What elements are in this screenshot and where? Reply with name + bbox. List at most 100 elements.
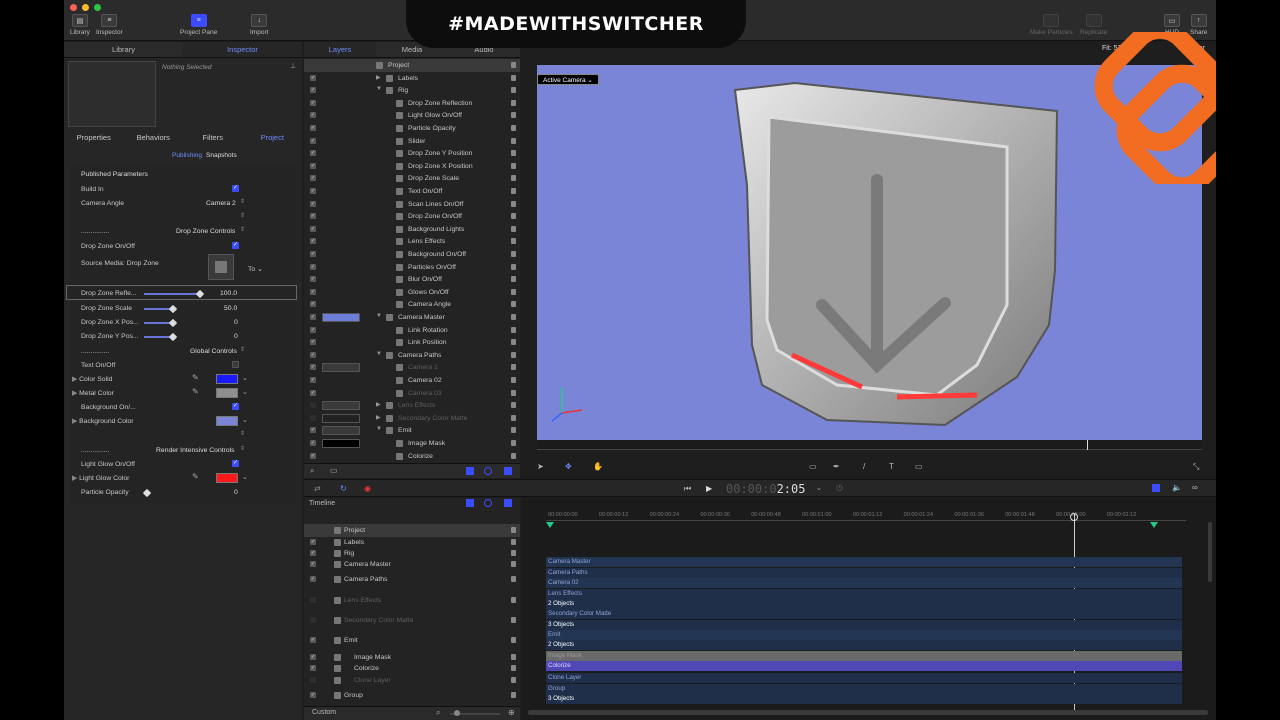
layer-row[interactable]: ✓ Link Rotation xyxy=(304,324,520,337)
timeline-layer-row[interactable]: Project xyxy=(304,524,520,537)
timeline-hscrollbar[interactable] xyxy=(528,710,1208,715)
layer-visibility-checkbox[interactable]: ✓ xyxy=(310,175,316,182)
out-point-marker[interactable] xyxy=(1150,522,1158,528)
layer-visibility-checkbox[interactable]: ✓ xyxy=(310,427,316,434)
timeline-vscrollbar[interactable] xyxy=(1208,522,1212,582)
lock-icon[interactable] xyxy=(511,677,516,683)
close-window-button[interactable] xyxy=(70,4,77,11)
light-glow-color-swatch[interactable] xyxy=(216,473,238,483)
zoom-preset-popup[interactable]: Custom xyxy=(312,709,336,716)
layer-visibility-checkbox[interactable]: ✓ xyxy=(310,665,316,671)
drop-zone-y-thumb[interactable] xyxy=(168,332,178,342)
timecode-display[interactable]: 00:00:02:05 xyxy=(726,482,805,496)
layer-visibility-checkbox[interactable]: ✓ xyxy=(310,99,316,106)
record-icon[interactable]: ◉ xyxy=(364,484,371,493)
disclosure-icon[interactable]: ▼ xyxy=(376,313,382,319)
layer-row[interactable]: ✓ ▼ Emit xyxy=(304,424,520,437)
lock-icon[interactable] xyxy=(511,112,516,119)
transform-tool-icon[interactable]: ✥ xyxy=(565,462,572,471)
lock-icon[interactable] xyxy=(511,162,516,169)
mask-tool-icon[interactable]: ▭ xyxy=(915,462,923,471)
eyedropper-icon[interactable]: ✎ xyxy=(192,472,199,481)
layer-visibility-checkbox[interactable]: ✓ xyxy=(310,539,316,545)
timeline-ruler[interactable]: 00:00:00:00 00:00:00:12 00:00:00:24 00:00:0… xyxy=(522,498,1216,522)
timeline-layer-row[interactable]: Clone Layer xyxy=(304,674,520,687)
layer-visibility-checkbox[interactable]: ✓ xyxy=(310,112,316,119)
chevron-down-icon[interactable]: ⌄ xyxy=(242,388,248,396)
lock-icon[interactable] xyxy=(511,137,516,144)
timeline-bar[interactable]: Emit xyxy=(546,630,1182,640)
audio-icon[interactable]: 🔈 xyxy=(1172,483,1182,492)
layer-row[interactable]: ✓ Colorize xyxy=(304,450,520,463)
timeline-bar[interactable]: Camera Paths xyxy=(546,568,1182,578)
layer-row[interactable]: ✓ Lens Effects xyxy=(304,235,520,248)
layer-visibility-checkbox[interactable]: ✓ xyxy=(310,288,316,295)
lock-icon[interactable] xyxy=(511,288,516,295)
lock-icon[interactable] xyxy=(511,665,516,671)
layer-visibility-checkbox[interactable]: ✓ xyxy=(310,314,316,320)
lock-icon[interactable] xyxy=(511,427,516,434)
go-to-start-icon[interactable]: ⏮ xyxy=(684,484,691,494)
lock-icon[interactable] xyxy=(511,414,516,421)
tab-inspector[interactable]: Inspector xyxy=(183,42,302,57)
layer-row[interactable]: ✓ ▼ Camera Master xyxy=(304,311,520,324)
play-icon[interactable]: ▶ xyxy=(706,484,712,493)
lock-icon[interactable] xyxy=(511,440,516,446)
lock-icon[interactable] xyxy=(511,225,516,232)
layer-row[interactable]: ✓ Text On/Off xyxy=(304,185,520,198)
layer-row[interactable]: ✓ Slider xyxy=(304,135,520,148)
layer-visibility-checkbox[interactable]: ✓ xyxy=(310,74,316,81)
lock-icon[interactable] xyxy=(511,576,516,582)
layer-visibility-checkbox[interactable]: ✓ xyxy=(310,351,316,358)
lock-icon[interactable] xyxy=(511,87,516,94)
layer-row[interactable]: ✓ Camera 03 xyxy=(304,387,520,400)
timeline-bar[interactable]: 3 Objects xyxy=(546,620,1182,630)
import-toolbar-button[interactable]: ↓ Import xyxy=(250,14,268,36)
layer-row[interactable]: ✓ Drop Zone On/Off xyxy=(304,210,520,223)
paint-tool-icon[interactable]: / xyxy=(863,462,865,471)
layer-visibility-checkbox[interactable]: ✓ xyxy=(310,251,316,257)
lock-icon[interactable] xyxy=(511,561,516,567)
layer-visibility-checkbox[interactable]: ✓ xyxy=(310,200,316,207)
layer-visibility-checkbox[interactable]: ✓ xyxy=(310,326,316,333)
layer-visibility-checkbox[interactable]: ✓ xyxy=(310,276,316,283)
tab-behaviors[interactable]: Behaviors xyxy=(124,133,184,147)
layer-row[interactable]: ✓ Blur On/Off xyxy=(304,273,520,286)
disclosure-icon[interactable]: ▼ xyxy=(376,86,382,92)
layer-row[interactable]: ✓ ▶ Labels xyxy=(304,72,520,85)
timeline-layer-row[interactable]: Secondary Color Matte xyxy=(304,614,520,627)
lock-icon[interactable] xyxy=(511,389,516,396)
layer-visibility-checkbox[interactable]: ✓ xyxy=(310,188,316,194)
source-media-well[interactable] xyxy=(208,254,234,280)
timeline-bar[interactable]: 3 Objects xyxy=(546,694,1182,704)
lock-icon[interactable] xyxy=(511,200,516,207)
layer-row[interactable]: ✓ Camera 1 xyxy=(304,361,520,374)
tab-layers[interactable]: Layers xyxy=(304,42,376,57)
layer-visibility-checkbox[interactable]: ✓ xyxy=(310,301,316,308)
drop-zone-x-value[interactable]: 0 xyxy=(234,315,238,329)
timeline-layer-row[interactable]: ✓ Camera Paths xyxy=(304,573,520,586)
layer-row[interactable]: ✓ ▼ Rig xyxy=(304,84,520,97)
layer-row[interactable]: ✓ Drop Zone Reflection xyxy=(304,97,520,110)
drop-zone-scale-thumb[interactable] xyxy=(168,304,178,314)
layer-view-icon[interactable] xyxy=(466,467,474,475)
drop-zone-x-thumb[interactable] xyxy=(168,318,178,328)
disclosure-icon[interactable]: ▶ xyxy=(376,414,381,421)
layer-row[interactable]: ✓ Glows On/Off xyxy=(304,286,520,299)
layer-row[interactable]: ✓ Drop Zone X Position xyxy=(304,160,520,173)
timing-icon[interactable]: ◷ xyxy=(836,483,843,492)
drop-zone-reflection-value[interactable]: 100.0 xyxy=(220,286,237,300)
lock-icon[interactable] xyxy=(511,637,516,643)
disclosure-icon[interactable]: ▶ xyxy=(376,74,381,81)
layer-visibility-checkbox[interactable]: ✓ xyxy=(310,389,316,396)
metal-color-swatch[interactable] xyxy=(216,388,238,398)
zoom-in-icon[interactable]: ⊕ xyxy=(508,708,515,717)
mask-view-icon[interactable] xyxy=(484,467,492,475)
layer-visibility-checkbox[interactable]: ✓ xyxy=(310,162,316,169)
timeline-layer-row[interactable]: ✓ Colorize xyxy=(304,662,520,675)
layer-row[interactable]: ✓ Particle Opacity xyxy=(304,122,520,135)
timeline-layer-row[interactable]: ✓ Camera Master xyxy=(304,558,520,571)
disclosure-icon[interactable]: ▶ xyxy=(72,389,77,397)
particle-opacity-value[interactable]: 0 xyxy=(234,485,238,499)
layer-visibility-checkbox[interactable] xyxy=(310,414,316,421)
